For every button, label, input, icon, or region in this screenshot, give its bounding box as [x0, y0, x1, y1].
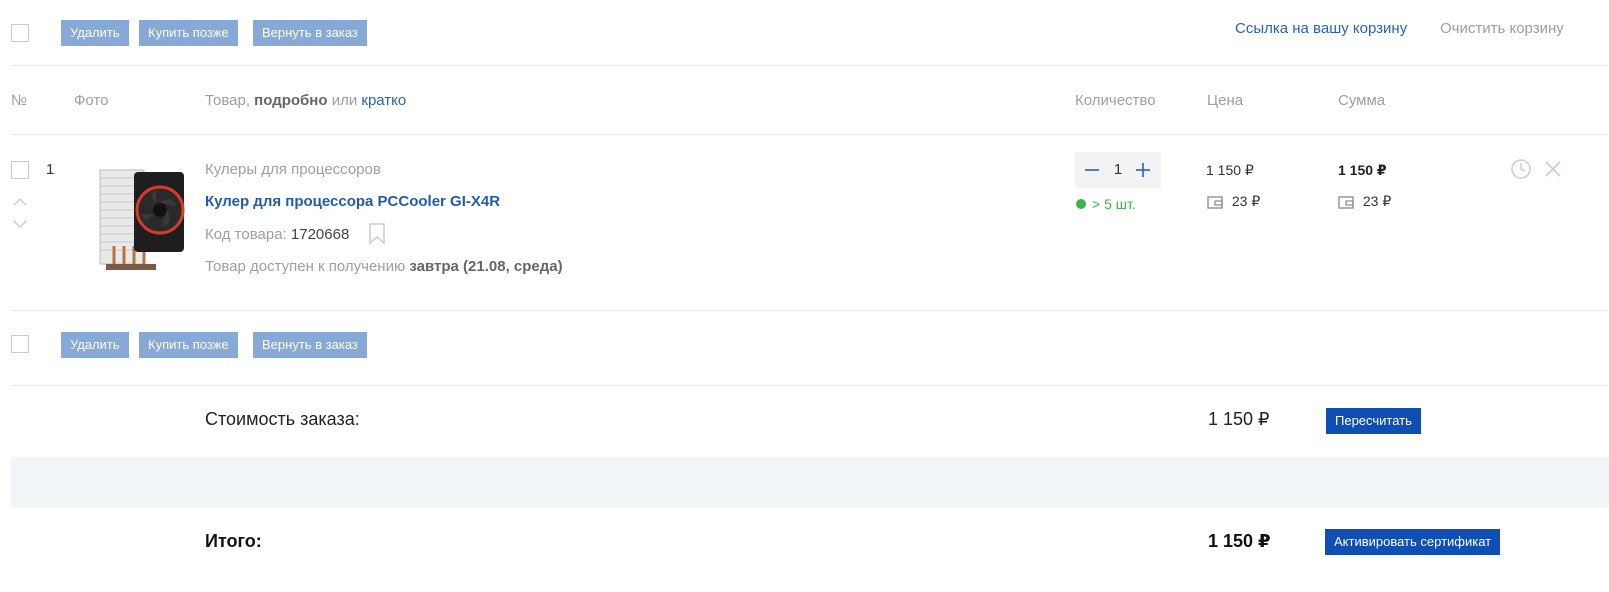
item-title-link[interactable]: Кулер для процессора PCCooler GI-X4R: [205, 193, 500, 210]
view-detailed-link[interactable]: подробно: [254, 92, 327, 109]
view-brief-link[interactable]: кратко: [361, 92, 406, 109]
header-product-prefix: Товар,: [205, 92, 250, 109]
total-label: Итого:: [205, 531, 262, 551]
header-photo: Фото: [74, 92, 109, 109]
availability-date: завтра (21.08, среда): [409, 258, 563, 275]
quantity-stepper[interactable]: 1: [1075, 152, 1161, 188]
wallet-icon: [1338, 196, 1354, 209]
minus-icon[interactable]: [1084, 163, 1100, 177]
stock-text: > 5 шт.: [1092, 196, 1136, 212]
header-price: Цена: [1207, 92, 1244, 109]
item-category: Кулеры для процессоров: [205, 161, 381, 178]
item-price: 1 150 ₽: [1206, 162, 1254, 178]
item-availability: Товар доступен к получению завтра (21.08…: [205, 258, 563, 275]
return-to-order-button-top[interactable]: Вернуть в заказ: [253, 20, 367, 46]
move-up-icon[interactable]: [12, 197, 28, 207]
divider: [11, 385, 1609, 386]
activate-certificate-button[interactable]: Активировать сертификат: [1325, 529, 1501, 555]
order-cost-label: Стоимость заказа:: [205, 409, 360, 429]
header-sum: Сумма: [1338, 92, 1386, 109]
divider: [11, 310, 1609, 311]
select-all-checkbox-top[interactable]: [11, 24, 29, 42]
quantity-value[interactable]: 1: [1111, 161, 1125, 178]
return-to-order-button-bottom[interactable]: Вернуть в заказ: [253, 332, 367, 358]
bookmark-icon[interactable]: [368, 223, 386, 245]
delete-button-bottom[interactable]: Удалить: [61, 332, 129, 358]
buy-later-button-top[interactable]: Купить позже: [139, 20, 238, 46]
header-quantity: Количество: [1075, 92, 1156, 109]
item-index: 1: [46, 161, 55, 178]
availability-prefix: Товар доступен к получению: [205, 258, 406, 275]
product-photo[interactable]: [94, 160, 190, 276]
buy-later-button-bottom[interactable]: Купить позже: [139, 332, 238, 358]
divider: [11, 134, 1609, 135]
close-icon[interactable]: [1544, 160, 1562, 178]
clear-cart-link[interactable]: Очистить корзину: [1440, 20, 1609, 37]
divider: [11, 65, 1609, 66]
select-all-checkbox-bottom[interactable]: [11, 335, 29, 353]
header-number: №: [11, 92, 28, 109]
move-down-icon[interactable]: [12, 219, 28, 229]
delete-button-top[interactable]: Удалить: [61, 20, 129, 46]
item-sum-bonus: 23 ₽: [1338, 193, 1391, 210]
cart-link[interactable]: Ссылка на вашу корзину: [1235, 20, 1407, 37]
header-product-or: или: [331, 92, 358, 109]
item-sum: 1 150 ₽: [1338, 162, 1387, 178]
plus-icon[interactable]: [1135, 163, 1151, 177]
header-product: Товар, подробно или кратко: [205, 92, 406, 109]
recalculate-button[interactable]: Пересчитать: [1326, 408, 1421, 434]
sum-bonus-value: 23 ₽: [1362, 193, 1392, 209]
stock-dot-icon: [1076, 199, 1086, 209]
item-checkbox[interactable]: [11, 161, 29, 179]
item-code: Код товара: 1720668: [205, 226, 349, 243]
order-cost-value: 1 150 ₽: [1208, 409, 1270, 429]
item-price-bonus: 23 ₽: [1207, 193, 1260, 210]
stock-indicator: > 5 шт.: [1076, 196, 1136, 212]
item-code-value: 1720668: [290, 226, 350, 243]
summary-separator-band: [11, 457, 1609, 507]
wallet-icon: [1207, 196, 1223, 209]
price-bonus-value: 23 ₽: [1231, 193, 1261, 209]
item-code-label: Код товара:: [205, 226, 287, 243]
clock-icon[interactable]: [1510, 158, 1532, 180]
total-value: 1 150 ₽: [1208, 531, 1271, 551]
